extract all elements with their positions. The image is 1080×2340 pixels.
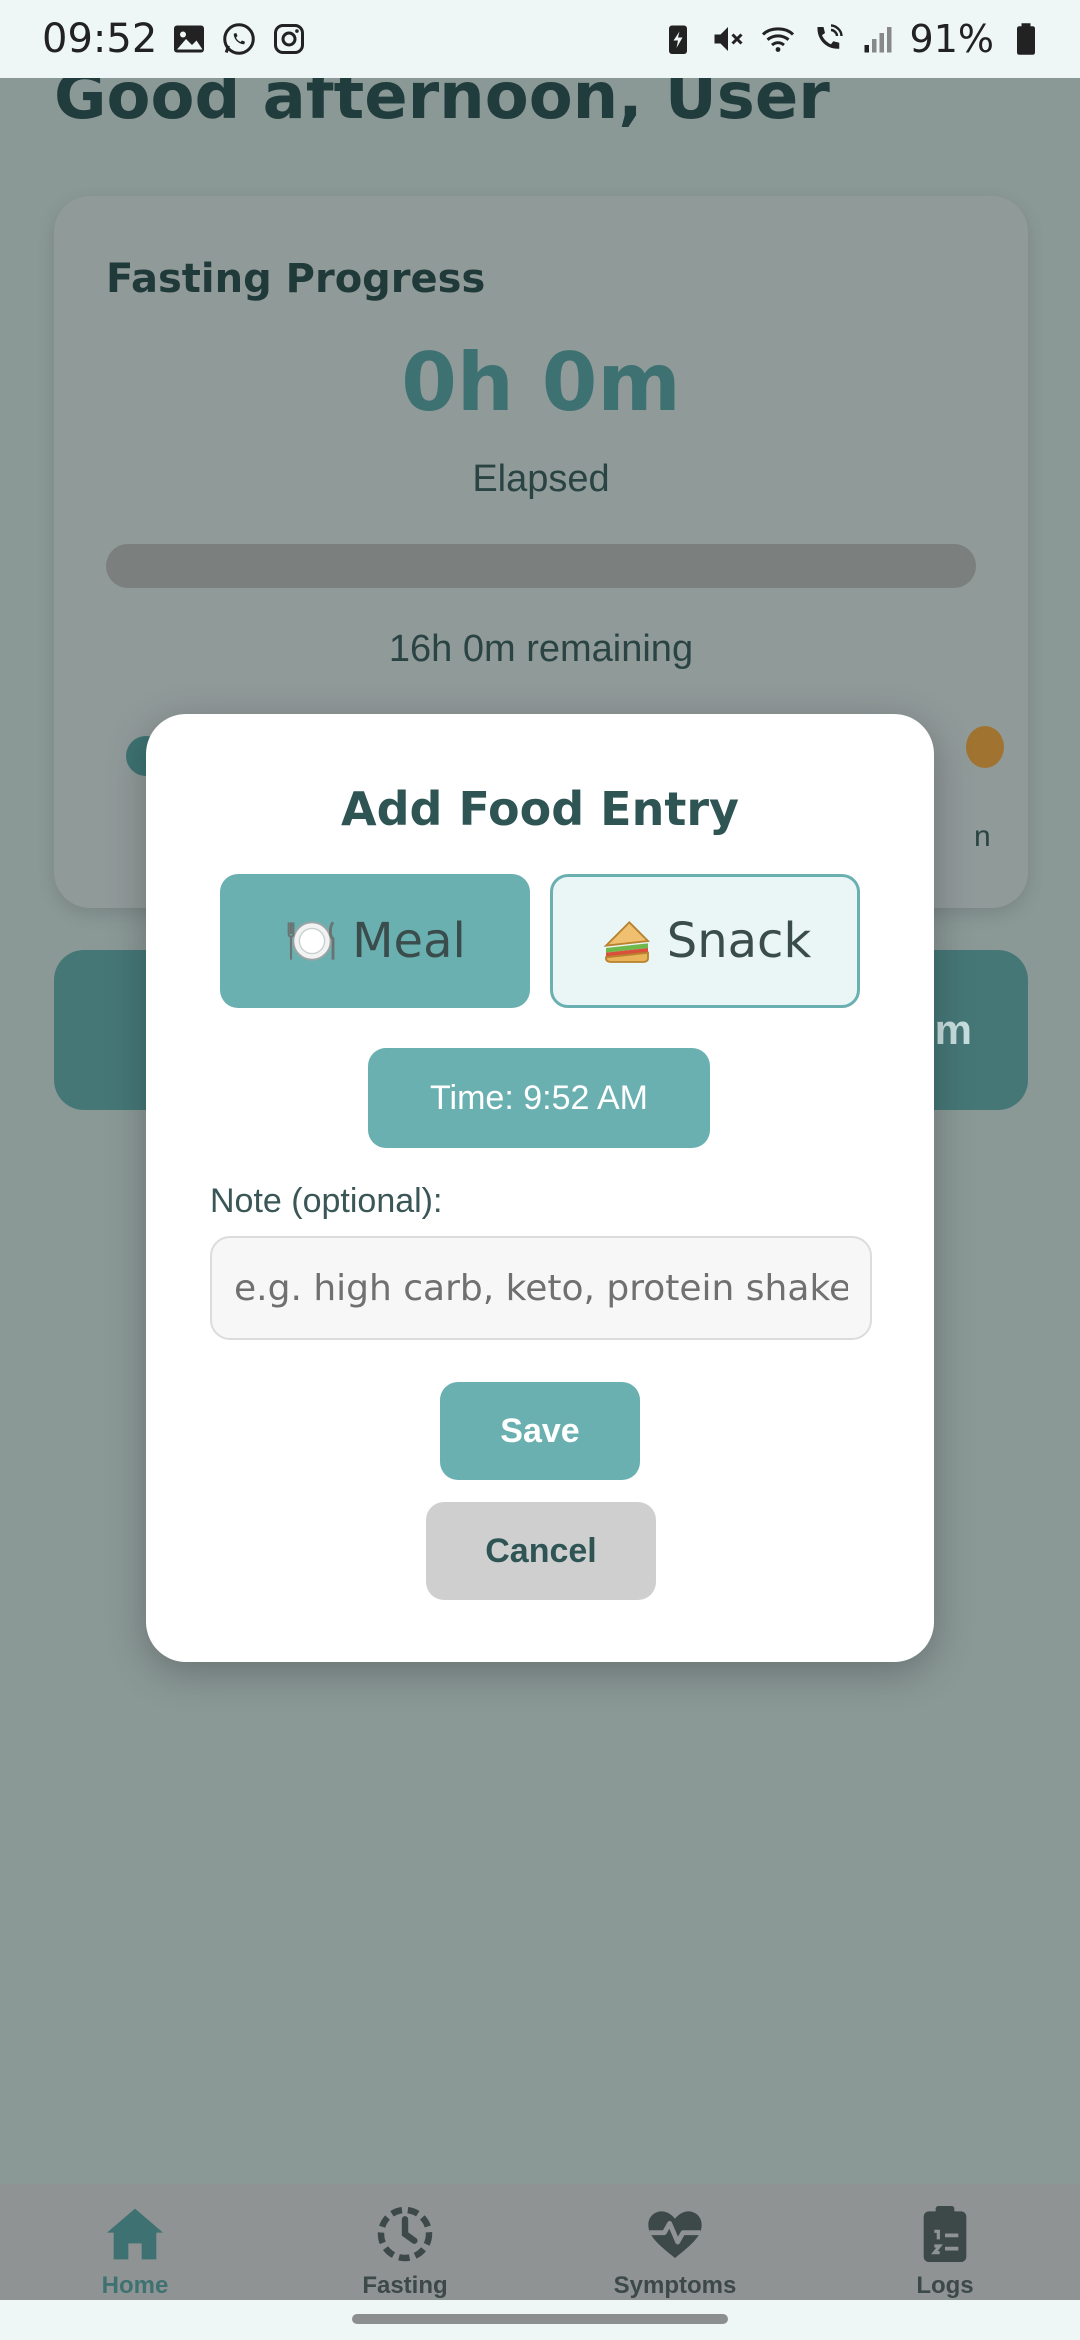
nav-item-fasting[interactable]: Fasting — [270, 2184, 540, 2300]
meal-label: Meal — [352, 913, 466, 969]
instagram-icon — [274, 24, 305, 54]
gesture-handle[interactable] — [352, 2314, 728, 2324]
nav-item-home[interactable]: Home — [0, 2184, 270, 2300]
elapsed-value: 0h 0m — [401, 336, 681, 429]
card-title: Fasting Progress — [106, 256, 486, 302]
battery-icon — [1017, 23, 1035, 55]
clipboard-list-icon — [923, 2206, 967, 2262]
wifi-icon — [761, 27, 794, 52]
time-picker-button[interactable]: Time: 9:52 AM — [368, 1048, 710, 1148]
status-left: 09:52 — [42, 16, 307, 62]
nav-label-logs: Logs — [916, 2272, 974, 2299]
nav-label-home: Home — [101, 2272, 169, 2299]
nav-label-symptoms: Symptoms — [613, 2272, 737, 2299]
wifi-calling-icon — [816, 24, 843, 49]
sandwich-icon — [603, 921, 650, 963]
snack-button[interactable]: Snack — [550, 874, 860, 1008]
battery-percentage: 91% — [909, 17, 994, 61]
whatsapp-icon — [223, 23, 256, 55]
add-food-entry-dialog: Add Food Entry Meal Snack Time: 9:52 AM … — [146, 714, 934, 1662]
status-right: 91% — [660, 17, 1044, 61]
start-button-label: m — [934, 1006, 972, 1053]
nav-label-fasting: Fasting — [362, 2272, 448, 2299]
clock-icon — [377, 2206, 433, 2262]
mute-icon — [714, 27, 743, 51]
person-icon — [966, 726, 1004, 768]
nav-item-symptoms[interactable]: Symptoms — [540, 2184, 810, 2300]
note-input[interactable] — [210, 1236, 872, 1340]
gallery-icon — [174, 25, 205, 53]
plate-icon — [287, 921, 335, 961]
signal-icon — [864, 27, 892, 53]
status-bar: 09:52 91% — [0, 0, 1080, 78]
bottom-navigation: Home Fasting Symptoms Logs — [0, 2184, 1080, 2300]
meal-button[interactable]: Meal — [220, 874, 530, 1008]
save-button[interactable]: Save — [440, 1382, 640, 1480]
snack-label: Snack — [666, 913, 812, 969]
status-time: 09:52 — [42, 16, 158, 62]
note-label: Note (optional): — [210, 1182, 443, 1220]
elapsed-label: Elapsed — [472, 458, 610, 500]
battery-saver-icon — [668, 25, 687, 54]
fasting-progress-bar — [106, 544, 976, 588]
remaining-label: 16h 0m remaining — [388, 628, 694, 670]
nav-item-logs[interactable]: Logs — [810, 2184, 1080, 2300]
heart-pulse-icon — [648, 2211, 702, 2258]
cancel-button[interactable]: Cancel — [426, 1502, 656, 1600]
home-icon — [107, 2208, 163, 2260]
card-peek-label: n — [974, 820, 991, 853]
dialog-title: Add Food Entry — [340, 782, 739, 836]
